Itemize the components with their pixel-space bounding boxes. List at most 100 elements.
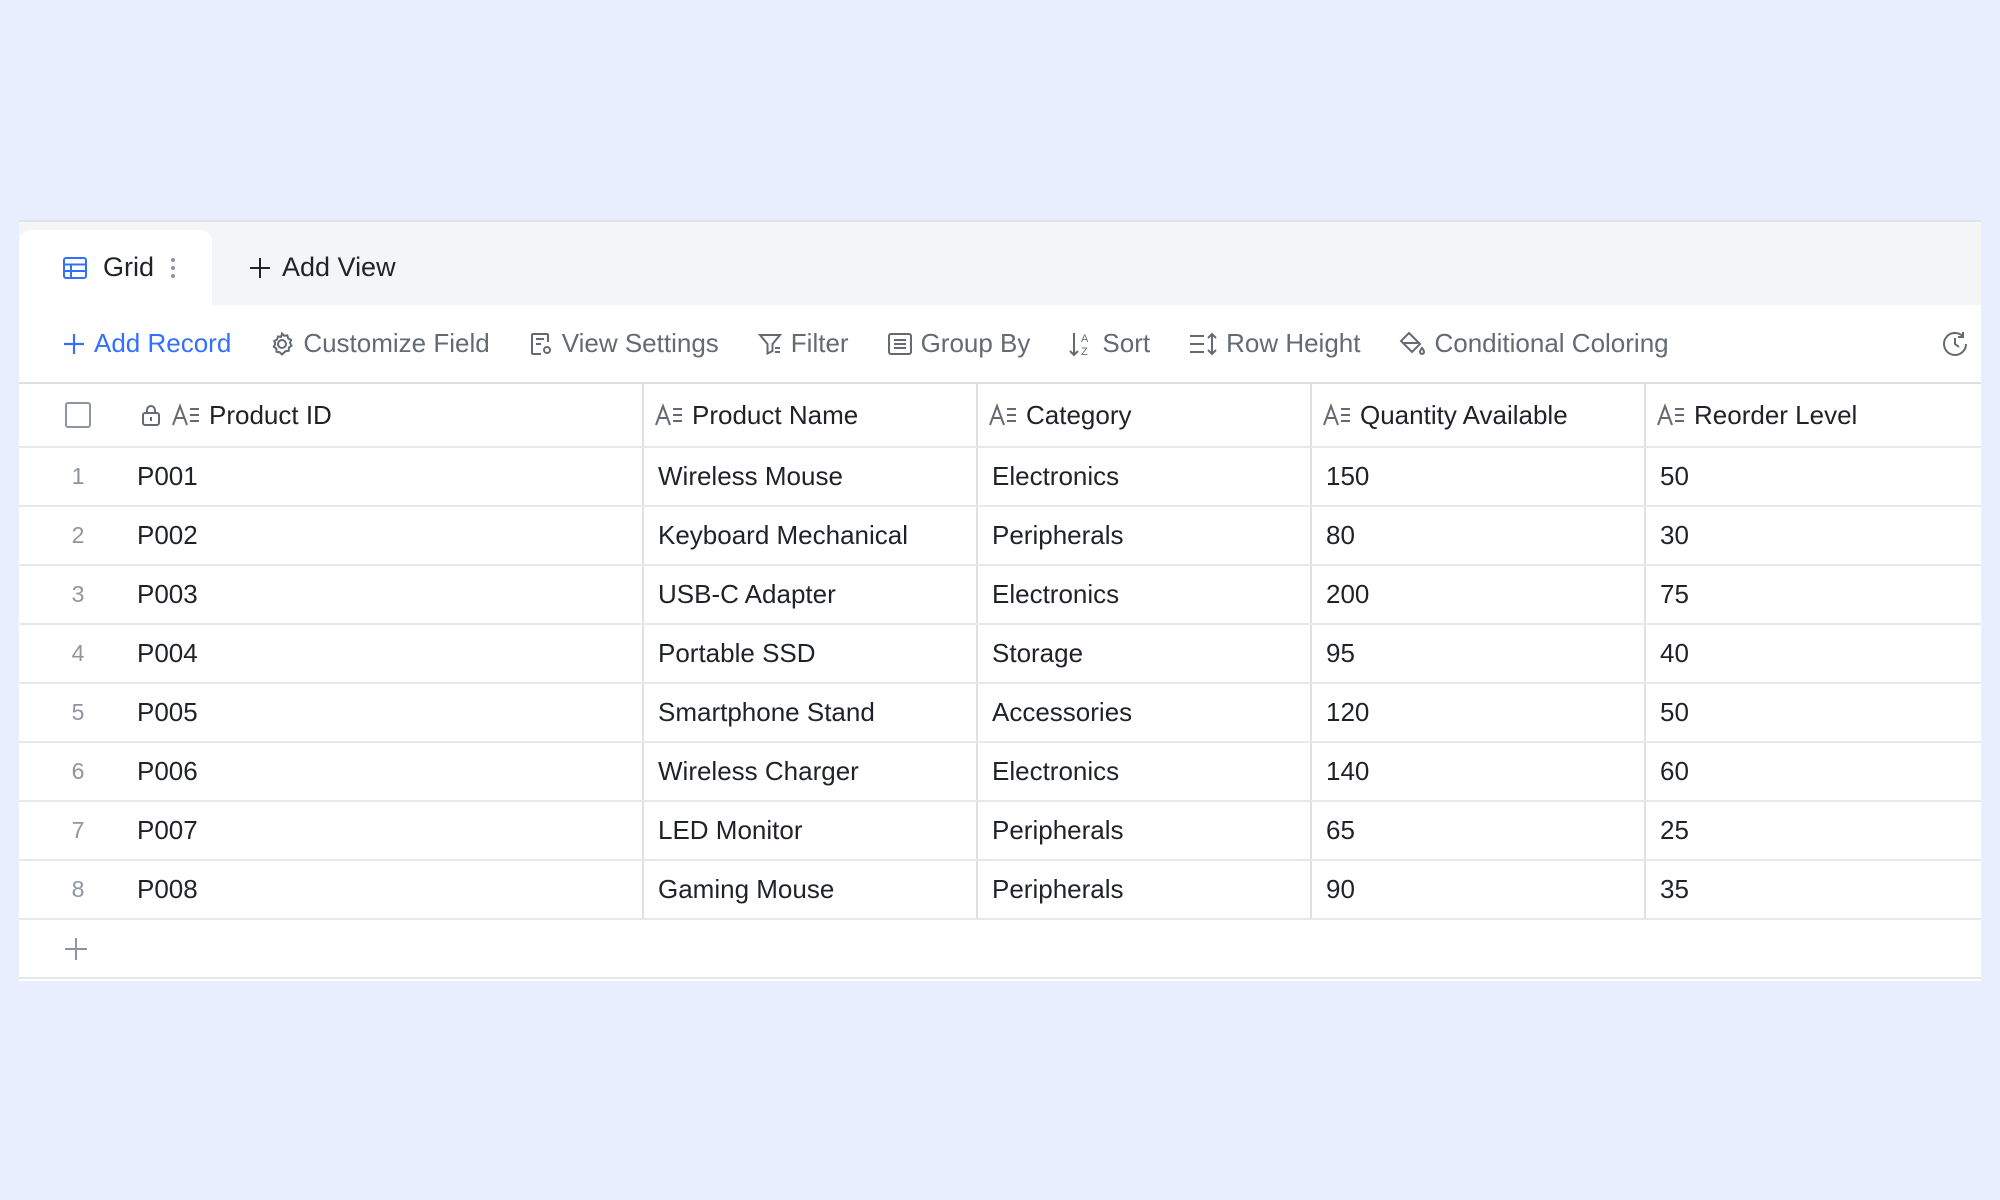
table-row[interactable]: 6 P006 Wireless Charger Electronics 140 60 xyxy=(19,743,1981,802)
cell-quantity-available[interactable]: 90 xyxy=(1312,861,1646,918)
select-all-checkbox-cell[interactable] xyxy=(19,402,137,428)
cell-quantity-available[interactable]: 80 xyxy=(1312,507,1646,564)
cell-product-id[interactable]: 4 P004 xyxy=(19,625,644,682)
cell-product-name-value: Wireless Charger xyxy=(658,756,859,786)
cell-reorder-level-value: 40 xyxy=(1660,638,1689,668)
view-settings-label: View Settings xyxy=(561,328,719,358)
cell-product-name-value: Portable SSD xyxy=(658,638,816,668)
cell-product-id[interactable]: 3 P003 xyxy=(19,566,644,623)
cell-product-id[interactable]: 1 P001 xyxy=(19,448,644,505)
text-field-icon xyxy=(1656,403,1686,427)
sort-label: Sort xyxy=(1102,328,1151,358)
cell-product-id[interactable]: 2 P002 xyxy=(19,507,644,564)
cell-product-name-value: Wireless Mouse xyxy=(658,461,843,491)
group-by-button[interactable]: Group By xyxy=(887,328,1030,359)
add-view-button[interactable]: Add View xyxy=(248,230,396,305)
cell-category[interactable]: Electronics xyxy=(978,743,1312,800)
cell-product-name[interactable]: Portable SSD xyxy=(644,625,978,682)
group-by-icon xyxy=(887,331,913,357)
cell-product-name[interactable]: Gaming Mouse xyxy=(644,861,978,918)
cell-quantity-available-value: 95 xyxy=(1326,638,1355,668)
data-grid: Product ID Product Name Category Quantit… xyxy=(19,382,1981,979)
cell-product-name[interactable]: USB-C Adapter xyxy=(644,566,978,623)
cell-quantity-available[interactable]: 120 xyxy=(1312,684,1646,741)
cell-quantity-available[interactable]: 140 xyxy=(1312,743,1646,800)
cell-reorder-level[interactable]: 35 xyxy=(1646,861,1981,918)
svg-text:Z: Z xyxy=(1081,346,1088,358)
conditional-coloring-button[interactable]: Conditional Coloring xyxy=(1398,328,1669,359)
row-number: 3 xyxy=(71,581,85,607)
cell-category[interactable]: Accessories xyxy=(978,684,1312,741)
cell-product-id[interactable]: 6 P006 xyxy=(19,743,644,800)
row-number: 4 xyxy=(71,640,85,666)
header-product-name[interactable]: Product Name xyxy=(644,384,978,446)
cell-product-id[interactable]: 7 P007 xyxy=(19,802,644,859)
cell-category-value: Electronics xyxy=(992,756,1120,786)
select-all-checkbox[interactable] xyxy=(65,402,91,428)
table-row[interactable]: 1 P001 Wireless Mouse Electronics 150 50 xyxy=(19,448,1981,507)
customize-field-label: Customize Field xyxy=(303,328,490,358)
add-record-button[interactable]: Add Record xyxy=(62,328,231,359)
cell-quantity-available[interactable]: 150 xyxy=(1312,448,1646,505)
cell-category[interactable]: Storage xyxy=(978,625,1312,682)
cell-product-id[interactable]: 8 P008 xyxy=(19,861,644,918)
cell-quantity-available-value: 120 xyxy=(1326,697,1370,727)
product-id-value: P008 xyxy=(137,874,198,904)
row-height-icon xyxy=(1188,331,1218,357)
cell-product-name[interactable]: Wireless Charger xyxy=(644,743,978,800)
header-category[interactable]: Category xyxy=(978,384,1312,446)
row-height-button[interactable]: Row Height xyxy=(1188,328,1360,359)
row-number: 2 xyxy=(71,522,85,548)
cell-product-name-value: LED Monitor xyxy=(658,815,803,845)
customize-field-button[interactable]: Customize Field xyxy=(269,328,490,359)
cell-reorder-level[interactable]: 75 xyxy=(1646,566,1981,623)
row-number: 8 xyxy=(71,876,85,902)
svg-text:A: A xyxy=(1081,333,1089,345)
cell-quantity-available[interactable]: 95 xyxy=(1312,625,1646,682)
cell-reorder-level[interactable]: 40 xyxy=(1646,625,1981,682)
header-quantity-available[interactable]: Quantity Available xyxy=(1312,384,1646,446)
cell-category[interactable]: Electronics xyxy=(978,448,1312,505)
table-row[interactable]: 8 P008 Gaming Mouse Peripherals 90 35 xyxy=(19,861,1981,920)
tab-grid-label: Grid xyxy=(103,252,155,282)
table-row[interactable]: 4 P004 Portable SSD Storage 95 40 xyxy=(19,625,1981,684)
cell-product-name[interactable]: Wireless Mouse xyxy=(644,448,978,505)
more-options-icon[interactable] xyxy=(170,257,176,279)
view-settings-button[interactable]: View Settings xyxy=(528,328,719,359)
cell-product-id[interactable]: 5 P005 xyxy=(19,684,644,741)
product-id-value: P002 xyxy=(137,520,198,550)
cell-category[interactable]: Peripherals xyxy=(978,507,1312,564)
add-row-button[interactable] xyxy=(19,920,1981,979)
history-button[interactable] xyxy=(1941,330,1969,358)
header-product-id[interactable]: Product ID xyxy=(19,384,644,446)
cell-product-name[interactable]: Smartphone Stand xyxy=(644,684,978,741)
sort-button[interactable]: A Z Sort xyxy=(1068,328,1150,359)
conditional-coloring-label: Conditional Coloring xyxy=(1434,328,1669,358)
cell-reorder-level[interactable]: 50 xyxy=(1646,448,1981,505)
cell-reorder-level[interactable]: 25 xyxy=(1646,802,1981,859)
cell-reorder-level[interactable]: 60 xyxy=(1646,743,1981,800)
product-id-value: P005 xyxy=(137,697,198,727)
cell-reorder-level[interactable]: 30 xyxy=(1646,507,1981,564)
cell-category-value: Electronics xyxy=(992,579,1120,609)
cell-category[interactable]: Peripherals xyxy=(978,802,1312,859)
row-number: 1 xyxy=(71,463,85,489)
cell-product-name[interactable]: Keyboard Mechanical xyxy=(644,507,978,564)
cell-reorder-level[interactable]: 50 xyxy=(1646,684,1981,741)
table-row[interactable]: 3 P003 USB-C Adapter Electronics 200 75 xyxy=(19,566,1981,625)
paint-bucket-icon xyxy=(1398,330,1426,358)
cell-quantity-available[interactable]: 200 xyxy=(1312,566,1646,623)
table-row[interactable]: 7 P007 LED Monitor Peripherals 65 25 xyxy=(19,802,1981,861)
cell-quantity-available[interactable]: 65 xyxy=(1312,802,1646,859)
cell-product-name[interactable]: LED Monitor xyxy=(644,802,978,859)
cell-product-name-value: USB-C Adapter xyxy=(658,579,836,609)
tab-grid[interactable]: Grid xyxy=(19,230,212,305)
cell-category[interactable]: Electronics xyxy=(978,566,1312,623)
cell-reorder-level-value: 25 xyxy=(1660,815,1689,845)
cell-category[interactable]: Peripherals xyxy=(978,861,1312,918)
header-label: Quantity Available xyxy=(1360,399,1568,430)
table-row[interactable]: 5 P005 Smartphone Stand Accessories 120 50 xyxy=(19,684,1981,743)
filter-button[interactable]: Filter xyxy=(757,328,849,359)
table-row[interactable]: 2 P002 Keyboard Mechanical Peripherals 80 30 xyxy=(19,507,1981,566)
header-reorder-level[interactable]: Reorder Level xyxy=(1646,384,1981,446)
